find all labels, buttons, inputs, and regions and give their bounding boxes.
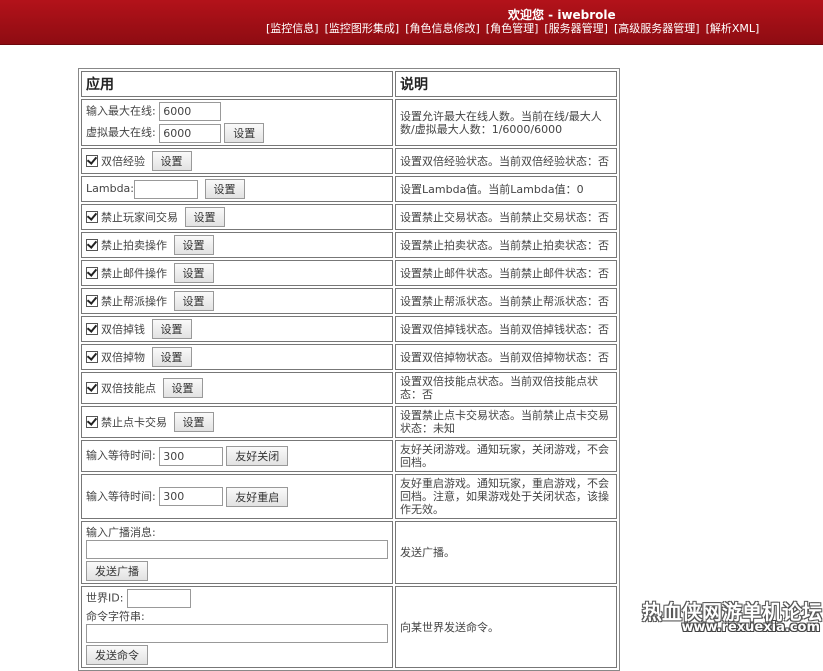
double-exp-set-button[interactable]: 设置 xyxy=(151,151,192,171)
no-guild-desc: 设置禁止帮派状态。当前禁止帮派状态：否 xyxy=(395,288,617,314)
no-card-trade-desc: 设置禁止点卡交易状态。当前禁止点卡交易状态：未知 xyxy=(395,406,617,438)
lambda-set-button[interactable]: 设置 xyxy=(204,179,245,199)
table-row: Lambda: 设置 设置Lambda值。当前Lambda值：0 xyxy=(81,176,617,202)
table-row: 输入最大在线: 虚拟最大在线: 设置 设置允许最大在线人数。当前在线/最大人数/… xyxy=(81,99,617,146)
no-trade-desc: 设置禁止交易状态。当前禁止交易状态：否 xyxy=(395,204,617,230)
table-row: 输入等待时间: 友好重启 友好重启游戏。通知玩家，重启游戏，不会回档。注意，如果… xyxy=(81,474,617,519)
max-online-label: 输入最大在线: xyxy=(86,104,156,118)
lambda-desc: 设置Lambda值。当前Lambda值：0 xyxy=(395,176,617,202)
table-row: 双倍掉钱 设置 设置双倍掉钱状态。当前双倍掉钱状态：否 xyxy=(81,316,617,342)
table-row: 双倍经验 设置 设置双倍经验状态。当前双倍经验状态：否 xyxy=(81,148,617,174)
nav-monitor-info[interactable]: [监控信息] xyxy=(266,20,319,36)
no-trade-checkbox[interactable] xyxy=(86,211,98,223)
no-guild-checkbox[interactable] xyxy=(86,295,98,307)
broadcast-label: 输入广播消息: xyxy=(86,526,156,539)
double-money-set-button[interactable]: 设置 xyxy=(151,319,192,339)
broadcast-input[interactable] xyxy=(86,540,388,559)
table-row: 禁止帮派操作 设置 设置禁止帮派状态。当前禁止帮派状态：否 xyxy=(81,288,617,314)
double-money-label: 双倍掉钱 xyxy=(101,323,145,336)
col-desc-header: 说明 xyxy=(395,71,617,97)
no-guild-set-button[interactable]: 设置 xyxy=(173,291,214,311)
no-trade-set-button[interactable]: 设置 xyxy=(184,207,225,227)
table-header: 应用 说明 xyxy=(81,71,617,97)
watermark-url: www.rexuexia.com xyxy=(681,620,820,635)
double-skill-set-button[interactable]: 设置 xyxy=(162,378,203,398)
no-card-trade-checkbox[interactable] xyxy=(86,416,98,428)
double-skill-label: 双倍技能点 xyxy=(101,382,156,395)
double-money-desc: 设置双倍掉钱状态。当前双倍掉钱状态：否 xyxy=(395,316,617,342)
double-item-label: 双倍掉物 xyxy=(101,351,145,364)
broadcast-send-button[interactable]: 发送广播 xyxy=(86,561,148,581)
nav-server-manage[interactable]: [服务器管理] xyxy=(544,20,608,36)
no-auction-checkbox[interactable] xyxy=(86,239,98,251)
online-set-button[interactable]: 设置 xyxy=(224,123,265,143)
double-item-set-button[interactable]: 设置 xyxy=(151,347,192,367)
table-row: 禁止玩家间交易 设置 设置禁止交易状态。当前禁止交易状态：否 xyxy=(81,204,617,230)
virtual-online-label: 虚拟最大在线: xyxy=(86,126,156,139)
settings-panel: 应用 说明 输入最大在线: 虚拟最大在线: 设置 设置允许最大在线人数。当前在线… xyxy=(78,68,620,671)
restart-button[interactable]: 友好重启 xyxy=(226,486,289,507)
no-auction-desc: 设置禁止拍卖状态。当前禁止拍卖状态：否 xyxy=(395,232,617,258)
col-app-header: 应用 xyxy=(81,71,393,97)
max-online-input[interactable] xyxy=(159,102,222,121)
table-row: 双倍掉物 设置 设置双倍掉物状态。当前双倍掉物状态：否 xyxy=(81,344,617,370)
table-row: 禁止邮件操作 设置 设置禁止邮件状态。当前禁止邮件状态：否 xyxy=(81,260,617,286)
online-desc: 设置允许最大在线人数。当前在线/最大人数/虚拟最大人数：1/6000/6000 xyxy=(395,99,617,146)
table-row: 输入等待时间: 友好关闭 友好关闭游戏。通知玩家，关闭游戏，不会回档。 xyxy=(81,440,617,472)
no-mail-label: 禁止邮件操作 xyxy=(101,267,167,280)
settings-table: 应用 说明 输入最大在线: 虚拟最大在线: 设置 设置允许最大在线人数。当前在线… xyxy=(79,69,619,670)
no-guild-label: 禁止帮派操作 xyxy=(101,295,167,308)
restart-wait-label: 输入等待时间: xyxy=(86,489,156,503)
double-item-desc: 设置双倍掉物状态。当前双倍掉物状态：否 xyxy=(395,344,617,370)
double-exp-desc: 设置双倍经验状态。当前双倍经验状态：否 xyxy=(395,148,617,174)
no-mail-set-button[interactable]: 设置 xyxy=(173,263,214,283)
nav-role-edit[interactable]: [角色信息修改] xyxy=(405,20,480,36)
nav-parse-xml[interactable]: [解析XML] xyxy=(706,20,760,36)
shutdown-wait-label: 输入等待时间: xyxy=(86,449,156,462)
command-input[interactable] xyxy=(86,624,388,643)
double-exp-label: 双倍经验 xyxy=(101,155,145,168)
double-skill-desc: 设置双倍技能点状态。当前双倍技能点状态：否 xyxy=(395,372,617,404)
shutdown-wait-input[interactable] xyxy=(159,446,224,466)
lambda-label: Lambda: xyxy=(86,182,134,195)
no-mail-checkbox[interactable] xyxy=(86,267,98,279)
double-money-checkbox[interactable] xyxy=(86,323,98,335)
double-exp-checkbox[interactable] xyxy=(86,155,98,167)
table-row: 禁止点卡交易 设置 设置禁止点卡交易状态。当前禁止点卡交易状态：未知 xyxy=(81,406,617,438)
nav-role-manage[interactable]: [角色管理] xyxy=(486,20,539,36)
nav-monitor-graph[interactable]: [监控图形集成] xyxy=(325,20,400,36)
world-id-label: 世界ID: xyxy=(86,591,124,605)
double-item-checkbox[interactable] xyxy=(86,351,98,363)
table-row: 世界ID: 命令字符串: 发送命令 向某世界发送命令。 xyxy=(81,586,617,668)
no-auction-label: 禁止拍卖操作 xyxy=(101,239,167,252)
command-send-button[interactable]: 发送命令 xyxy=(86,645,148,665)
no-card-trade-label: 禁止点卡交易 xyxy=(101,416,167,429)
restart-desc: 友好重启游戏。通知玩家，重启游戏，不会回档。注意，如果游戏处于关闭状态，该操作无… xyxy=(395,474,617,519)
command-label: 命令字符串: xyxy=(86,610,145,623)
table-row: 禁止拍卖操作 设置 设置禁止拍卖状态。当前禁止拍卖状态：否 xyxy=(81,232,617,258)
shutdown-desc: 友好关闭游戏。通知玩家，关闭游戏，不会回档。 xyxy=(395,440,617,472)
nav-advanced-server[interactable]: [高级服务器管理] xyxy=(614,20,700,36)
virtual-online-input[interactable] xyxy=(159,123,222,143)
no-card-trade-set-button[interactable]: 设置 xyxy=(173,412,214,432)
no-auction-set-button[interactable]: 设置 xyxy=(173,235,214,255)
shutdown-button[interactable]: 友好关闭 xyxy=(226,446,289,466)
lambda-input[interactable] xyxy=(134,179,198,199)
top-banner: 欢迎您 - iwebrole [监控信息] [监控图形集成] [角色信息修改] … xyxy=(0,0,823,45)
command-desc: 向某世界发送命令。 xyxy=(395,586,617,668)
table-row: 双倍技能点 设置 设置双倍技能点状态。当前双倍技能点状态：否 xyxy=(81,372,617,404)
broadcast-desc: 发送广播。 xyxy=(395,521,617,584)
top-nav: [监控信息] [监控图形集成] [角色信息修改] [角色管理] [服务器管理] … xyxy=(266,20,820,36)
table-row: 输入广播消息: 发送广播 发送广播。 xyxy=(81,521,617,584)
online-cell: 输入最大在线: 虚拟最大在线: 设置 xyxy=(81,99,393,146)
world-id-input[interactable] xyxy=(126,589,191,608)
restart-wait-input[interactable] xyxy=(159,487,224,506)
no-mail-desc: 设置禁止邮件状态。当前禁止邮件状态：否 xyxy=(395,260,617,286)
no-trade-label: 禁止玩家间交易 xyxy=(101,211,178,224)
double-skill-checkbox[interactable] xyxy=(86,382,98,394)
